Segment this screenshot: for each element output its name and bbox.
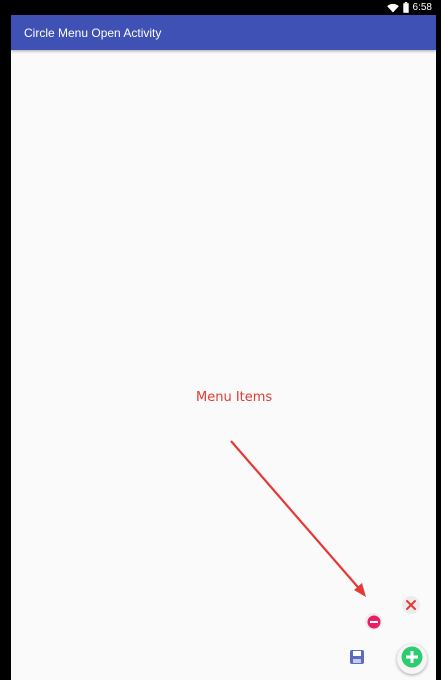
save-menu-item[interactable] [347,647,367,667]
close-menu-item[interactable] [402,596,420,614]
app-screen: Circle Menu Open Activity Menu Items [11,15,436,680]
battery-icon [402,2,409,13]
save-icon [349,649,365,665]
add-icon [401,646,423,673]
status-bar: 6:58 [11,0,436,15]
wifi-icon [386,3,399,13]
close-icon [404,598,418,612]
add-fab-button[interactable] [397,644,427,674]
status-time: 6:58 [412,2,432,13]
status-icons: 6:58 [386,1,432,14]
remove-menu-item[interactable] [365,613,382,630]
annotation-arrow [230,440,366,597]
remove-icon [367,615,381,629]
device-frame: 6:58 Circle Menu Open Activity Menu Item… [0,0,441,680]
